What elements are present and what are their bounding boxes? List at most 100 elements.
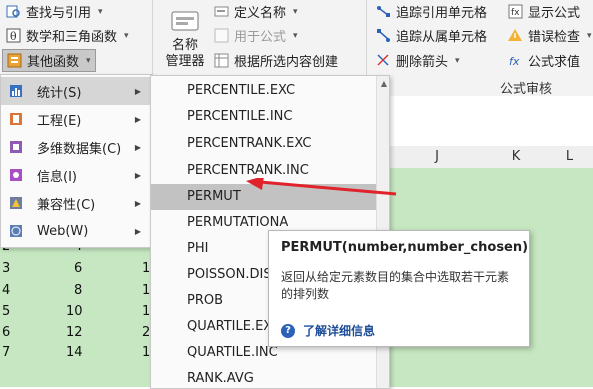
statistics-icon <box>9 84 23 98</box>
create-from-selection-button[interactable]: 根据所选内容创建 <box>214 51 338 70</box>
function-item[interactable]: PERCENTILE.EXC <box>151 78 389 104</box>
define-name-icon <box>214 4 229 19</box>
info-icon <box>9 168 23 182</box>
lookup-icon <box>6 4 21 19</box>
help-icon: ? <box>281 323 295 338</box>
show-formulas-icon: fx <box>508 4 523 19</box>
other-functions-label: 其他函数 <box>27 55 80 70</box>
engineering-icon <box>9 112 23 126</box>
menu-item-label: 统计(S) <box>37 85 82 101</box>
remove-arrows-icon <box>376 53 391 68</box>
show-formulas-label: 显示公式 <box>528 6 581 21</box>
cell-value: 14 <box>66 345 83 360</box>
chevron-down-icon: ▾ <box>98 6 103 17</box>
define-name-label: 定义名称 <box>234 6 287 21</box>
svg-text:θ: θ <box>10 30 17 43</box>
chevron-right-icon: ▶ <box>134 114 141 124</box>
cell-value: 8 <box>74 283 83 298</box>
evaluate-formula-label: 公式求值 <box>528 55 581 70</box>
trace-precedents-icon <box>376 4 391 19</box>
error-checking-button[interactable]: 错误检查 ▾ <box>508 26 592 45</box>
red-pointer-arrow <box>246 178 397 196</box>
chevron-down-icon: ▾ <box>293 6 298 17</box>
trace-precedents-label: 追踪引用单元格 <box>396 6 488 21</box>
trace-dependents-icon <box>376 28 391 43</box>
column-letter: K <box>511 149 521 164</box>
chevron-down-icon: ▾ <box>455 55 460 66</box>
web-icon <box>9 224 23 238</box>
column-header-j[interactable]: J <box>388 146 486 169</box>
column-header-l[interactable]: L <box>546 146 593 169</box>
use-in-formula-label: 用于公式 <box>234 30 287 45</box>
learn-more-link[interactable]: ? 了解详细信息 <box>281 322 375 339</box>
chevron-down-icon: ▾ <box>587 30 592 41</box>
math-trig-label: 数学和三角函数 <box>26 30 118 45</box>
evaluate-formula-button[interactable]: fx 公式求值 <box>508 51 580 70</box>
chevron-right-icon: ▶ <box>134 226 141 236</box>
function-item[interactable]: PERCENTILE.INC <box>151 104 389 130</box>
menu-item-label: 兼容性(C) <box>37 197 96 213</box>
learn-more-label: 了解详细信息 <box>303 324 376 338</box>
compatibility-icon <box>9 196 23 210</box>
name-manager-label: 名称 管理器 <box>165 38 205 69</box>
cell-value: 10 <box>66 304 83 319</box>
create-from-selection-icon <box>214 53 229 68</box>
cell-value: 6 <box>2 325 11 340</box>
menu-item-statistics[interactable]: 统计(S) ▶ <box>1 77 151 105</box>
cell-value: 3 <box>2 261 11 276</box>
chevron-down-icon: ▾ <box>86 55 91 66</box>
trace-precedents-button[interactable]: 追踪引用单元格 <box>376 2 487 21</box>
function-item[interactable]: RANK.AVG <box>151 366 389 388</box>
use-in-formula-button[interactable]: 用于公式 ▾ <box>214 26 298 45</box>
trace-dependents-button[interactable]: 追踪从属单元格 <box>376 26 487 45</box>
column-letter: J <box>435 149 439 164</box>
menu-item-info[interactable]: 信息(I) ▶ <box>1 161 151 189</box>
chevron-down-icon: ▾ <box>124 30 129 41</box>
column-letter: L <box>565 149 574 164</box>
chevron-down-icon: ▾ <box>293 30 298 41</box>
cell-value: 12 <box>66 325 83 340</box>
function-item[interactable]: PERCENTRANK.EXC <box>151 131 389 157</box>
formula-icon <box>214 28 229 43</box>
menu-item-label: 多维数据集(C) <box>37 141 122 157</box>
other-functions-menu: 统计(S) ▶ 工程(E) ▶ 多维数据集(C) ▶ 信息(I) ▶ 兼容性(C… <box>0 74 152 248</box>
lookup-reference-button[interactable]: 查找与引用 ▾ <box>6 2 103 21</box>
menu-item-web[interactable]: Web(W) ▶ <box>1 217 151 245</box>
cube-icon <box>9 140 23 154</box>
cell-value: 4 <box>2 283 11 298</box>
tooltip-description: 返回从给定元素数目的集合中选取若干元素的排列数 <box>281 270 510 301</box>
function-tooltip: PERMUT(number,number_chosen) 返回从给定元素数目的集… <box>268 230 530 347</box>
error-checking-label: 错误检查 <box>528 30 581 45</box>
chevron-right-icon: ▶ <box>134 198 141 208</box>
error-checking-icon <box>508 28 523 43</box>
chevron-right-icon: ▶ <box>134 86 141 96</box>
cell-value: 6 <box>74 261 83 276</box>
chevron-right-icon: ▶ <box>134 170 141 180</box>
scroll-up-icon[interactable]: ▲ <box>381 79 387 88</box>
chevron-right-icon: ▶ <box>134 142 141 152</box>
trace-dependents-label: 追踪从属单元格 <box>396 30 488 45</box>
cell-value: 7 <box>2 345 11 360</box>
theta-icon: θ <box>6 28 21 43</box>
menu-item-engineering[interactable]: 工程(E) ▶ <box>1 105 151 133</box>
show-formulas-button[interactable]: fx 显示公式 <box>508 2 580 21</box>
name-tag-icon <box>168 6 202 36</box>
formula-auditing-group-label: 公式审核 <box>500 82 553 97</box>
menu-item-label: Web(W) <box>37 223 89 239</box>
cell-value: 5 <box>2 304 11 319</box>
menu-item-compatibility[interactable]: 兼容性(C) ▶ <box>1 189 151 217</box>
evaluate-formula-icon: fx <box>508 53 523 68</box>
svg-text:fx: fx <box>509 55 520 68</box>
define-name-button[interactable]: 定义名称 ▾ <box>214 2 298 21</box>
menu-item-cube[interactable]: 多维数据集(C) ▶ <box>1 133 151 161</box>
svg-text:fx: fx <box>511 8 520 18</box>
other-functions-button[interactable]: 其他函数 ▾ <box>2 49 96 72</box>
column-header-k[interactable]: K <box>486 146 546 169</box>
remove-arrows-button[interactable]: 删除箭头 ▾ <box>376 51 460 70</box>
math-trig-button[interactable]: θ 数学和三角函数 ▾ <box>6 26 129 45</box>
more-functions-icon <box>7 53 22 68</box>
name-manager-button[interactable]: 名称 管理器 <box>162 6 208 70</box>
remove-arrows-label: 删除箭头 <box>396 55 449 70</box>
tooltip-title: PERMUT(number,number_chosen) <box>281 240 529 255</box>
lookup-reference-label: 查找与引用 <box>26 6 92 21</box>
